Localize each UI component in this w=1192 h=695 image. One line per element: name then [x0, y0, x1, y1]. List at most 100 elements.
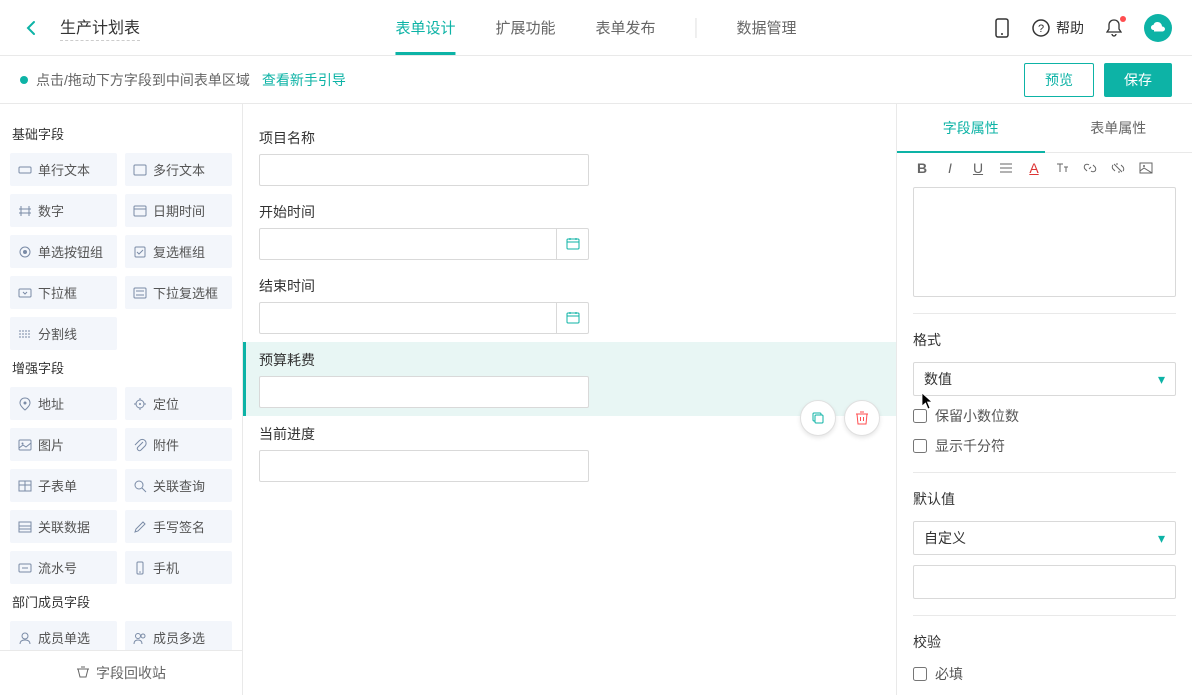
canvas-field-start-time[interactable]: 开始时间 [243, 194, 896, 268]
toolbar: 点击/拖动下方字段到中间表单区域 查看新手引导 预览 保存 [0, 56, 1192, 104]
thousand-checkbox-row[interactable]: 显示千分符 [913, 436, 1176, 456]
tab-publish[interactable]: 表单发布 [596, 0, 656, 55]
tab-form-design[interactable]: 表单设计 [395, 0, 455, 55]
rte-align[interactable] [997, 159, 1015, 177]
user-avatar[interactable] [1144, 14, 1172, 42]
rte-unlink[interactable] [1109, 159, 1127, 177]
default-section: 默认值 自定义 ▾ [913, 472, 1176, 599]
field-lookup[interactable]: 关联查询 [125, 469, 232, 502]
notification-dot [1120, 16, 1126, 22]
tab-field-props[interactable]: 字段属性 [897, 104, 1045, 152]
users-icon [133, 631, 147, 645]
form-canvas[interactable]: 项目名称 开始时间 结束时间 预算耗费 当前进度 [243, 104, 896, 695]
enhanced-fields-title: 增强字段 [12, 358, 232, 377]
field-radio[interactable]: 单选按钮组 [10, 235, 117, 268]
default-type-select[interactable]: 自定义 ▾ [913, 521, 1176, 555]
hint-dot-icon [20, 76, 28, 84]
back-button[interactable] [20, 16, 44, 40]
mobile-icon [994, 18, 1010, 38]
help-label: 帮助 [1056, 18, 1084, 38]
rte-italic[interactable]: I [941, 159, 959, 177]
rte-underline[interactable]: U [969, 159, 987, 177]
guide-link[interactable]: 查看新手引导 [262, 70, 346, 90]
dropdown-icon [18, 286, 32, 300]
date-picker-button[interactable] [557, 228, 589, 260]
link-icon [18, 520, 32, 534]
field-image[interactable]: 图片 [10, 428, 117, 461]
field-divider[interactable]: 分割线 [10, 317, 117, 350]
image-icon [18, 438, 32, 452]
required-checkbox-row[interactable]: 必填 [913, 664, 1176, 684]
field-member-single[interactable]: 成员单选 [10, 621, 117, 650]
rte-color[interactable]: A [1025, 159, 1043, 177]
required-checkbox[interactable] [913, 667, 927, 681]
field-checkbox-group[interactable]: 复选框组 [125, 235, 232, 268]
search-icon [133, 479, 147, 493]
field-subtable[interactable]: 子表单 [10, 469, 117, 502]
nav-separator [696, 18, 697, 38]
field-palette-scroll[interactable]: 基础字段 单行文本 多行文本 数字 日期时间 单选按钮组 复选框组 下拉框 下拉… [0, 104, 242, 650]
link-icon [1083, 161, 1097, 175]
pen-icon [133, 520, 147, 534]
address-icon [18, 397, 32, 411]
field-relation[interactable]: 关联数据 [10, 510, 117, 543]
field-member-multi[interactable]: 成员多选 [125, 621, 232, 650]
format-select[interactable]: 数值 ▾ [913, 362, 1176, 396]
canvas-field-budget[interactable]: 预算耗费 [243, 342, 896, 416]
help-button[interactable]: ? 帮助 [1032, 18, 1084, 38]
decimal-checkbox[interactable] [913, 409, 927, 423]
table-icon [18, 479, 32, 493]
field-number[interactable]: 数字 [10, 194, 117, 227]
basic-fields-title: 基础字段 [12, 124, 232, 143]
description-editor[interactable] [913, 187, 1176, 297]
default-value-input[interactable] [913, 565, 1176, 599]
notifications-button[interactable] [1104, 18, 1124, 38]
field-multi-text[interactable]: 多行文本 [125, 153, 232, 186]
field-phone[interactable]: 手机 [125, 551, 232, 584]
mobile-preview-button[interactable] [992, 18, 1012, 38]
tab-data-management[interactable]: 数据管理 [737, 0, 797, 55]
field-label: 当前进度 [259, 424, 880, 444]
copy-field-button[interactable] [800, 400, 836, 436]
rte-bold[interactable]: B [913, 159, 931, 177]
preview-button[interactable]: 预览 [1024, 63, 1094, 97]
toolbar-actions: 预览 保存 [1024, 63, 1172, 97]
tab-extensions[interactable]: 扩展功能 [495, 0, 555, 55]
field-label: 结束时间 [259, 276, 880, 296]
field-address[interactable]: 地址 [10, 387, 117, 420]
field-datetime[interactable]: 日期时间 [125, 194, 232, 227]
text-input[interactable] [259, 376, 589, 408]
field-serial[interactable]: 流水号 [10, 551, 117, 584]
date-input[interactable] [259, 228, 557, 260]
delete-field-button[interactable] [844, 400, 880, 436]
decimal-checkbox-row[interactable]: 保留小数位数 [913, 406, 1176, 426]
header-right: ? 帮助 [992, 14, 1172, 42]
field-signature[interactable]: 手写签名 [125, 510, 232, 543]
decimal-label: 保留小数位数 [935, 406, 1019, 426]
canvas-field-project-name[interactable]: 项目名称 [243, 120, 896, 194]
field-label: 项目名称 [259, 128, 880, 148]
field-attachment[interactable]: 附件 [125, 428, 232, 461]
rte-image[interactable] [1137, 159, 1155, 177]
validation-section: 校验 必填 限定数值范围 [913, 615, 1176, 695]
text-input[interactable] [259, 450, 589, 482]
canvas-field-end-time[interactable]: 结束时间 [243, 268, 896, 342]
tab-form-props[interactable]: 表单属性 [1045, 104, 1192, 152]
rte-fontsize[interactable] [1053, 159, 1071, 177]
date-input[interactable] [259, 302, 557, 334]
property-content[interactable]: B I U A 格式 数值 ▾ 保留小数位数 [897, 153, 1192, 695]
thousand-checkbox[interactable] [913, 439, 927, 453]
canvas-field-progress[interactable]: 当前进度 [243, 416, 896, 490]
recycle-bin[interactable]: 字段回收站 [0, 650, 242, 695]
field-location[interactable]: 定位 [125, 387, 232, 420]
form-title-input[interactable]: 生产计划表 [60, 14, 140, 41]
rte-link[interactable] [1081, 159, 1099, 177]
rte-toolbar: B I U A [913, 153, 1176, 183]
date-picker-button[interactable] [557, 302, 589, 334]
text-input[interactable] [259, 154, 589, 186]
field-single-text[interactable]: 单行文本 [10, 153, 117, 186]
save-button[interactable]: 保存 [1104, 63, 1172, 97]
field-dropdown[interactable]: 下拉框 [10, 276, 117, 309]
field-dropdown-multi[interactable]: 下拉复选框 [125, 276, 232, 309]
date-input-wrap [259, 228, 589, 260]
